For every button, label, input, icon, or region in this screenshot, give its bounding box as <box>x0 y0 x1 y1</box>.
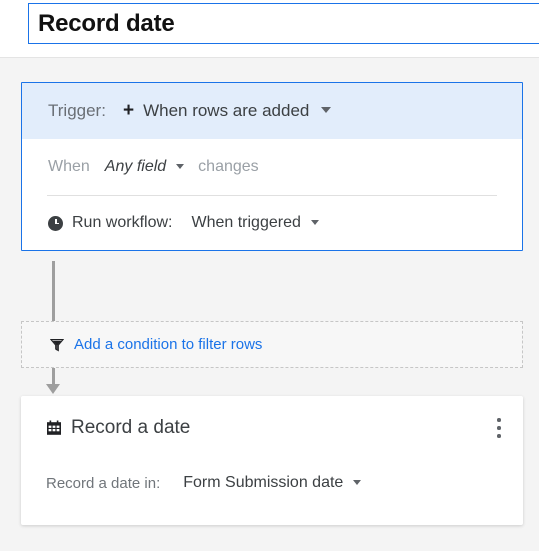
trigger-header: Trigger: + When rows are added <box>22 83 522 139</box>
workflow-name-input[interactable]: Record date <box>28 3 539 44</box>
kebab-menu-icon[interactable] <box>497 418 501 438</box>
connector-arrow-icon <box>46 384 60 394</box>
when-prefix-label: When <box>48 158 90 175</box>
trigger-run-row: Run workflow: When triggered <box>22 196 522 250</box>
chevron-down-icon[interactable] <box>321 107 332 113</box>
chevron-down-icon[interactable] <box>176 163 185 169</box>
action-field-row: Record a date in: Form Submission date <box>21 460 523 506</box>
plus-icon: + <box>122 100 135 121</box>
action-card-record-a-date[interactable]: Record a date Record a date in: Form Sub… <box>21 396 523 525</box>
trigger-type-value: When rows are added <box>143 101 310 120</box>
trigger-card[interactable]: Trigger: + When rows are added When Any … <box>21 82 523 251</box>
run-workflow-value[interactable]: When triggered <box>191 214 300 232</box>
record-date-in-label: Record a date in: <box>46 474 161 492</box>
when-suffix-label: changes <box>198 158 259 175</box>
action-card-header: Record a date <box>21 396 523 460</box>
trigger-label: Trigger: <box>48 101 106 120</box>
titlebar: Record date <box>0 0 539 58</box>
when-field-value[interactable]: Any field <box>105 158 166 176</box>
calendar-icon <box>46 420 62 436</box>
clock-icon <box>48 215 63 231</box>
funnel-icon <box>50 338 64 352</box>
add-condition-link[interactable]: Add a condition to filter rows <box>74 336 262 353</box>
record-date-in-value[interactable]: Form Submission date <box>183 474 343 492</box>
workflow-name-text: Record date <box>38 9 175 37</box>
chevron-down-icon[interactable] <box>310 219 319 225</box>
chevron-down-icon[interactable] <box>353 479 362 485</box>
action-card-title: Record a date <box>71 417 191 438</box>
run-workflow-label: Run workflow: <box>72 214 173 231</box>
workflow-canvas: Trigger: + When rows are added When Any … <box>0 58 539 551</box>
trigger-when-row: When Any field changes <box>22 139 522 195</box>
add-condition-box[interactable]: Add a condition to filter rows <box>21 321 523 368</box>
connector-line-top <box>52 261 55 321</box>
